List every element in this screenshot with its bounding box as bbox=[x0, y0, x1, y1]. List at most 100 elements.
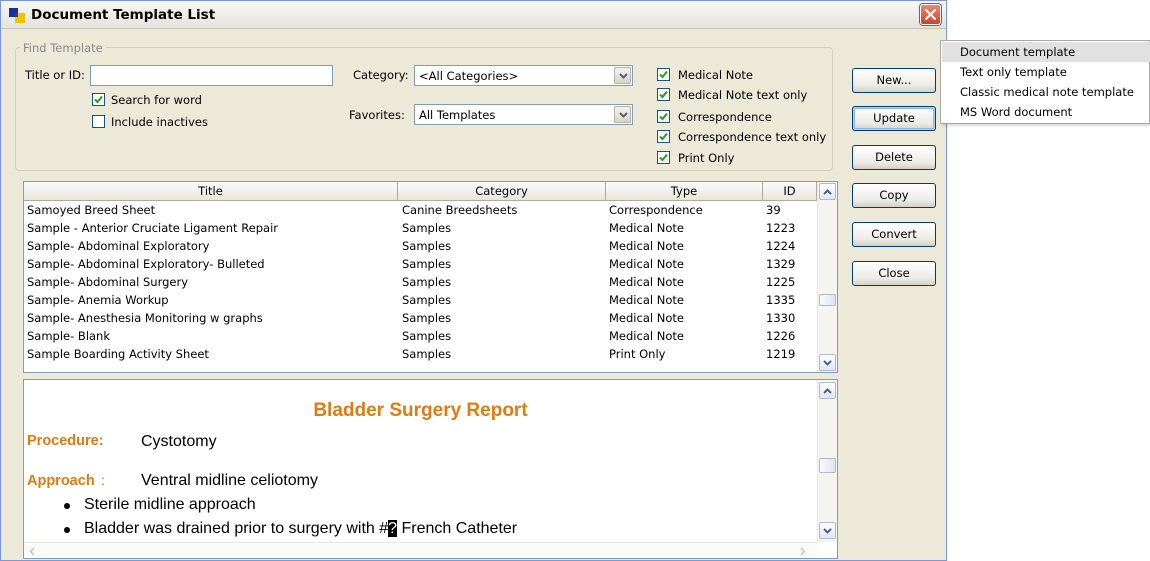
title-bar: Document Template List bbox=[1, 1, 946, 29]
copy-button[interactable]: Copy bbox=[852, 183, 936, 208]
column-header-type[interactable]: Type bbox=[606, 182, 763, 201]
app-icon bbox=[9, 8, 25, 23]
cell-type: Medical Note bbox=[609, 275, 684, 289]
scroll-up-button[interactable] bbox=[819, 382, 836, 399]
preview-horizontal-scrollbar[interactable] bbox=[24, 542, 817, 558]
search-for-word-checkbox[interactable] bbox=[92, 93, 105, 106]
template-list-grid[interactable]: Title Category Type ID Samoyed Breed She… bbox=[23, 181, 838, 373]
cell-id: 39 bbox=[766, 203, 781, 217]
bullet-2-before: Bladder was drained prior to surgery wit… bbox=[84, 520, 389, 537]
cell-title: Samoyed Breed Sheet bbox=[27, 203, 156, 217]
table-row[interactable]: Sample- Anemia Workup Samples Medical Note… bbox=[24, 292, 817, 310]
cell-type: Medical Note bbox=[609, 293, 684, 307]
table-row[interactable]: Samoyed Breed Sheet Canine Breedsheets Cor… bbox=[24, 202, 817, 220]
menu-item-ms-word-document[interactable]: MS Word document bbox=[942, 102, 1150, 122]
column-header-id[interactable]: ID bbox=[763, 182, 817, 201]
scroll-thumb[interactable] bbox=[819, 294, 836, 306]
column-header-category[interactable]: Category bbox=[398, 182, 606, 201]
preview-document-title: Bladder Surgery Report bbox=[313, 400, 528, 421]
table-row[interactable]: Sample- Anesthesia Monitoring w graphs Sa… bbox=[24, 310, 817, 328]
category-dropdown-button[interactable] bbox=[614, 67, 631, 84]
cell-category: Samples bbox=[402, 311, 452, 325]
type-medical-note-label: Medical Note bbox=[678, 68, 753, 82]
cell-title: Sample- Abdominal Exploratory bbox=[27, 239, 210, 253]
chevron-up-icon bbox=[823, 388, 832, 394]
table-row[interactable]: Sample Boarding Activity Sheet Samples Pri… bbox=[24, 346, 817, 364]
new-button[interactable]: New... bbox=[852, 68, 936, 93]
table-row[interactable]: Sample- Abdominal Surgery Samples Medical … bbox=[24, 274, 817, 292]
table-row[interactable]: Sample- Abdominal Exploratory Samples Medi… bbox=[24, 238, 817, 256]
column-header-title[interactable]: Title bbox=[24, 182, 398, 201]
cell-type: Medical Note bbox=[609, 311, 684, 325]
cell-id: 1335 bbox=[766, 293, 796, 307]
checkmark-icon bbox=[659, 153, 668, 162]
document-template-list-window: Document Template List Find Template Tit… bbox=[0, 0, 947, 561]
cell-type: Medical Note bbox=[609, 257, 684, 271]
type-print-only-checkbox[interactable] bbox=[657, 151, 670, 164]
title-or-id-label: Title or ID: bbox=[25, 68, 85, 82]
grid-header: Title Category Type ID bbox=[24, 182, 817, 201]
menu-item-classic-medical-note-template[interactable]: Classic medical note template bbox=[942, 82, 1150, 102]
cell-category: Samples bbox=[402, 347, 452, 361]
cell-id: 1224 bbox=[766, 239, 796, 253]
close-icon bbox=[925, 9, 936, 20]
bullet-icon bbox=[64, 527, 70, 533]
bullet-2-after: French Catheter bbox=[397, 520, 518, 537]
new-template-menu: Document template Text only template Cla… bbox=[940, 40, 1150, 124]
chevron-down-icon bbox=[823, 360, 832, 366]
checkmark-icon bbox=[94, 95, 103, 104]
delete-button[interactable]: Delete bbox=[852, 145, 936, 170]
grid-vertical-scrollbar[interactable] bbox=[817, 182, 837, 372]
table-row[interactable]: Sample- Abdominal Exploratory- Bulleted S… bbox=[24, 256, 817, 274]
grid-rows: Samoyed Breed Sheet Canine Breedsheets Cor… bbox=[24, 202, 817, 364]
checkmark-icon bbox=[659, 132, 668, 141]
scroll-up-button[interactable] bbox=[819, 183, 836, 200]
category-select[interactable]: <All Categories> bbox=[414, 65, 633, 86]
category-label: Category: bbox=[353, 68, 409, 82]
favorites-dropdown-button[interactable] bbox=[614, 106, 631, 123]
menu-item-text-only-template[interactable]: Text only template bbox=[942, 62, 1150, 82]
cell-category: Samples bbox=[402, 275, 452, 289]
type-medical-note-checkbox[interactable] bbox=[657, 68, 670, 81]
convert-button[interactable]: Convert bbox=[852, 222, 936, 247]
include-inactives-checkbox[interactable] bbox=[92, 115, 105, 128]
type-correspondence-checkbox[interactable] bbox=[657, 110, 670, 123]
type-print-only-label: Print Only bbox=[678, 151, 735, 165]
approach-value: Ventral midline celiotomy bbox=[141, 472, 318, 489]
cell-type: Medical Note bbox=[609, 329, 684, 343]
type-correspondence-label: Correspondence bbox=[678, 110, 772, 124]
title-or-id-input[interactable] bbox=[90, 65, 333, 86]
scroll-down-button[interactable] bbox=[819, 522, 836, 539]
favorites-select[interactable]: All Templates bbox=[414, 104, 633, 125]
checkmark-icon bbox=[659, 70, 668, 79]
cell-id: 1225 bbox=[766, 275, 796, 289]
cell-title: Sample- Anesthesia Monitoring w graphs bbox=[27, 311, 263, 325]
update-button[interactable]: Update bbox=[852, 106, 936, 131]
scroll-thumb[interactable] bbox=[819, 458, 836, 473]
preview-vertical-scrollbar[interactable] bbox=[817, 380, 837, 542]
close-button[interactable]: Close bbox=[852, 261, 936, 286]
chevron-left-icon bbox=[29, 547, 35, 556]
cell-id: 1223 bbox=[766, 221, 796, 235]
table-row[interactable]: Sample- Blank Samples Medical Note 1226 bbox=[24, 328, 817, 346]
table-row[interactable]: Sample - Anterior Cruciate Ligament Repa… bbox=[24, 220, 817, 238]
chevron-down-icon bbox=[619, 112, 628, 118]
chevron-right-icon bbox=[800, 547, 806, 556]
cell-id: 1219 bbox=[766, 347, 796, 361]
cell-title: Sample- Abdominal Surgery bbox=[27, 275, 189, 289]
cell-category: Samples bbox=[402, 257, 452, 271]
chevron-up-icon bbox=[823, 189, 832, 195]
find-template-legend: Find Template bbox=[20, 41, 106, 55]
type-medical-note-text-only-checkbox[interactable] bbox=[657, 88, 670, 101]
cell-type: Print Only bbox=[609, 347, 666, 361]
close-window-button[interactable] bbox=[920, 4, 941, 25]
type-correspondence-text-only-checkbox[interactable] bbox=[657, 130, 670, 143]
cell-type: Medical Note bbox=[609, 239, 684, 253]
cell-type: Medical Note bbox=[609, 221, 684, 235]
checkmark-icon bbox=[659, 112, 668, 121]
scroll-down-button[interactable] bbox=[819, 354, 836, 371]
type-correspondence-text-only-label: Correspondence text only bbox=[678, 130, 827, 144]
cell-id: 1329 bbox=[766, 257, 796, 271]
template-preview-pane[interactable]: Bladder Surgery Report Procedure: Cystot… bbox=[23, 379, 838, 559]
menu-item-document-template[interactable]: Document template bbox=[942, 42, 1150, 62]
